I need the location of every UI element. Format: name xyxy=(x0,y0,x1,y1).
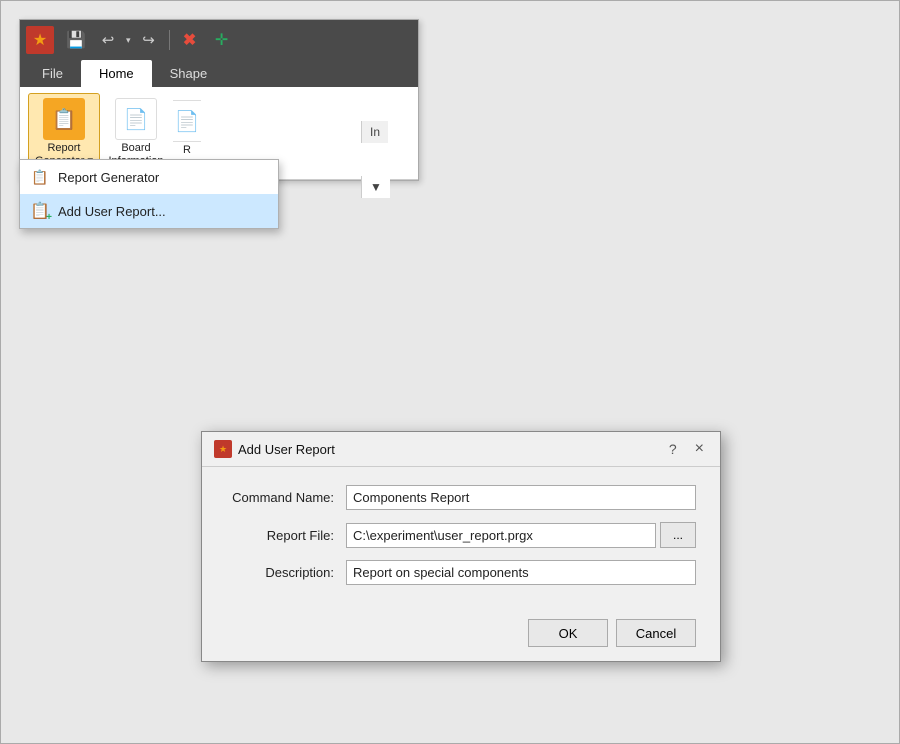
app-window: ★ 💾 ↩ ▾ ↪ ✖ ✛ File Home Shape xyxy=(19,19,419,181)
dialog-footer: OK Cancel xyxy=(202,611,720,661)
tab-home[interactable]: Home xyxy=(81,60,152,87)
redo-button[interactable]: ↪ xyxy=(135,26,163,54)
undo-icon: ↩ xyxy=(102,31,115,49)
dialog-help-button[interactable]: ? xyxy=(665,441,681,457)
move-icon: ✛ xyxy=(215,30,228,50)
report-file-row: Report File: ... xyxy=(226,522,696,548)
save-icon: 💾 xyxy=(66,30,86,50)
report-generator-icon xyxy=(43,98,85,140)
redo-icon: ↪ xyxy=(142,31,155,49)
extra-icon-bg xyxy=(172,100,202,142)
command-name-row: Command Name: xyxy=(226,485,696,510)
report-gen-icon-bg xyxy=(43,98,85,140)
dialog-title-text: Add User Report xyxy=(238,442,335,457)
dropdown-item-add-user-report[interactable]: 📋+ Add User Report... xyxy=(20,194,278,228)
browse-button[interactable]: ... xyxy=(660,522,696,548)
app-logo-icon: ★ xyxy=(26,26,54,54)
dialog-title-left: ★ Add User Report xyxy=(214,440,335,458)
extra-ribbon-label: R xyxy=(183,144,191,157)
command-name-input[interactable] xyxy=(346,485,696,510)
toolbar-separator xyxy=(169,30,170,50)
dialog-app-icon: ★ xyxy=(214,440,232,458)
board-info-icon-bg xyxy=(115,98,157,140)
dropdown-overflow-label: ▼ xyxy=(361,176,390,198)
toolbar: ★ 💾 ↩ ▾ ↪ ✖ ✛ xyxy=(20,20,418,60)
report-file-label: Report File: xyxy=(226,528,346,543)
command-name-label: Command Name: xyxy=(226,490,346,505)
extra-ribbon-button[interactable]: R xyxy=(172,93,202,165)
tab-file[interactable]: File xyxy=(24,60,81,87)
ribbon-overflow-label: In xyxy=(361,121,388,143)
ribbon-tab-bar: File Home Shape xyxy=(20,60,418,87)
dialog-close-button[interactable]: × xyxy=(691,440,708,458)
ok-button[interactable]: OK xyxy=(528,619,608,647)
dialog-title-controls: ? × xyxy=(665,440,708,458)
dialog-titlebar: ★ Add User Report ? × xyxy=(202,432,720,467)
board-information-icon xyxy=(115,98,157,140)
dropdown-item-report-generator[interactable]: 📋 Report Generator xyxy=(20,160,278,194)
star-icon: ★ xyxy=(33,30,47,50)
description-row: Description: xyxy=(226,560,696,585)
description-label: Description: xyxy=(226,565,346,580)
undo-button[interactable]: ↩ xyxy=(94,26,122,54)
report-file-input-group: ... xyxy=(346,522,696,548)
save-button[interactable]: 💾 xyxy=(62,26,90,54)
add-user-report-dialog: ★ Add User Report ? × Command Name: Repo… xyxy=(201,431,721,662)
delete-icon: ✖ xyxy=(183,30,196,50)
dialog-star-icon: ★ xyxy=(219,444,227,455)
cancel-button[interactable]: Cancel xyxy=(616,619,696,647)
dropdown-menu: 📋 Report Generator 📋+ Add User Report... xyxy=(19,159,279,229)
tab-shape[interactable]: Shape xyxy=(152,60,226,87)
dialog-body: Command Name: Report File: ... Descripti… xyxy=(202,467,720,611)
report-gen-menu-icon: 📋 xyxy=(30,167,50,187)
description-input[interactable] xyxy=(346,560,696,585)
extra-ribbon-icon xyxy=(172,100,202,142)
add-user-report-menu-icon: 📋+ xyxy=(30,201,50,221)
move-button[interactable]: ✛ xyxy=(208,26,236,54)
add-report-badge-icon: 📋+ xyxy=(30,201,50,221)
delete-button[interactable]: ✖ xyxy=(176,26,204,54)
undo-dropdown-arrow[interactable]: ▾ xyxy=(126,35,131,46)
report-file-input[interactable] xyxy=(346,523,656,548)
